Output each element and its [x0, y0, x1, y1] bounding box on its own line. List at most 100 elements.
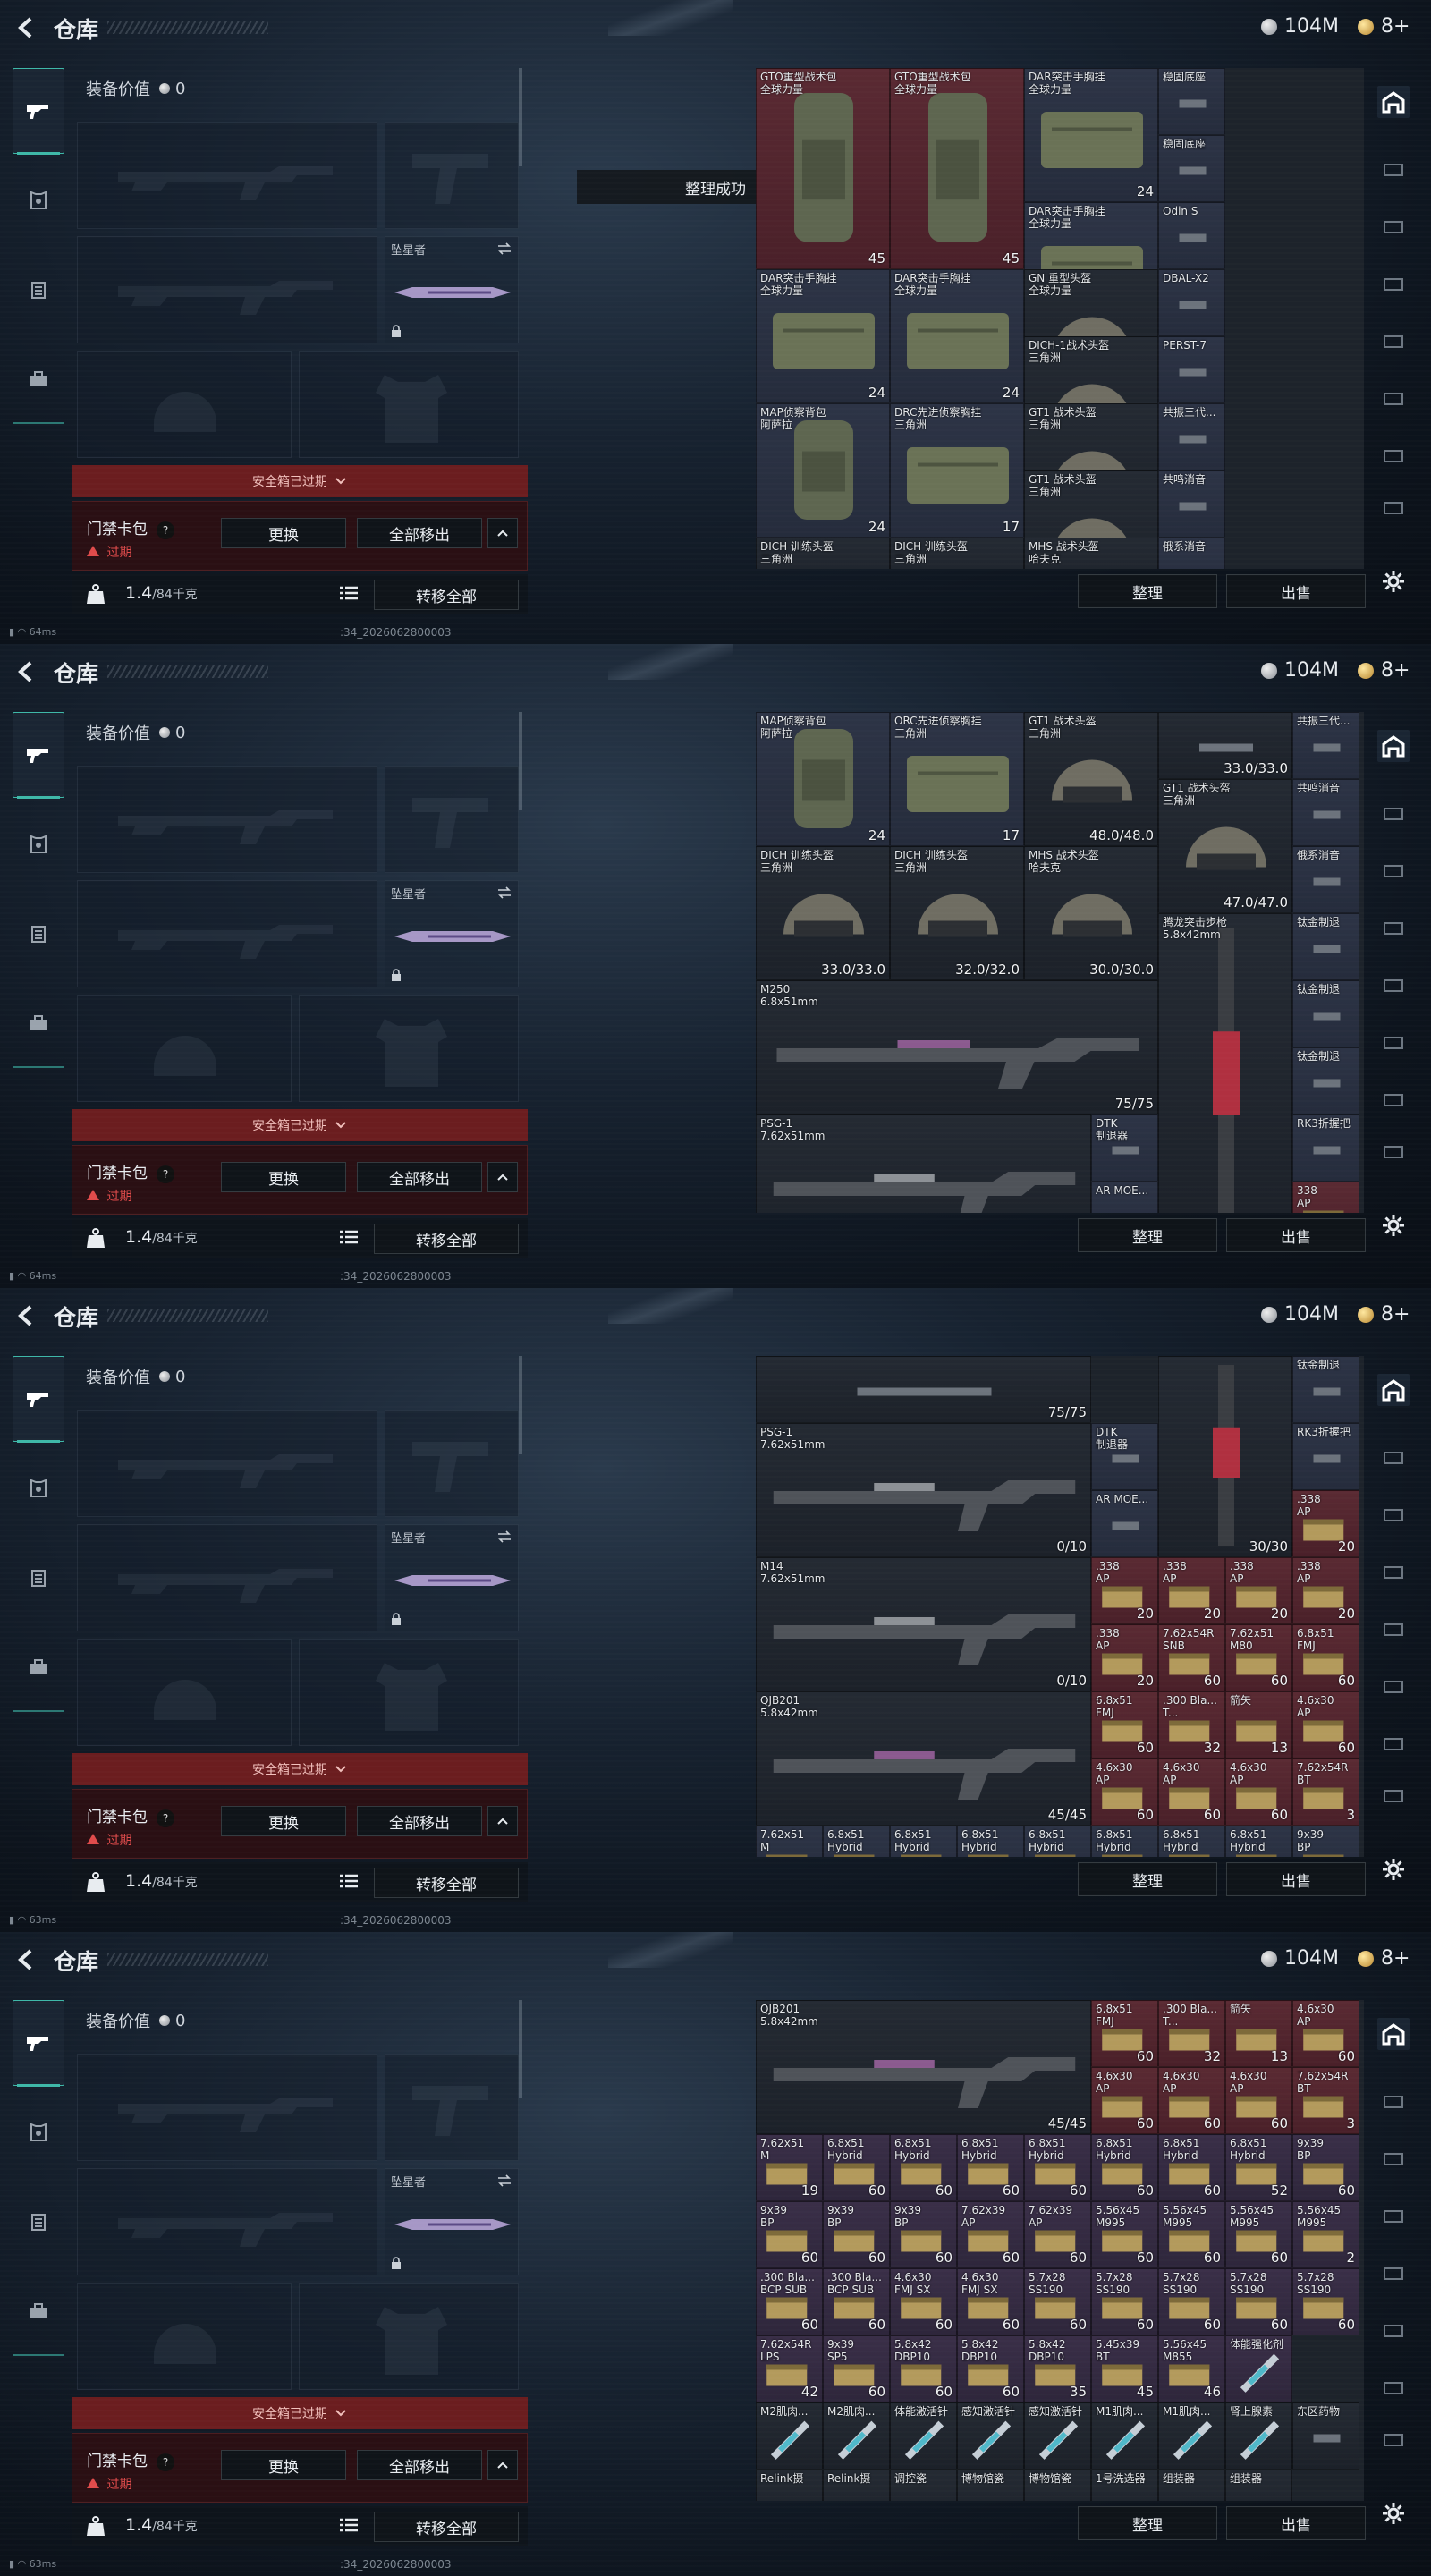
warehouse-tab[interactable]	[1377, 86, 1410, 118]
stash-item[interactable]: M2肌肉...	[823, 2402, 890, 2470]
stash-item[interactable]: .338 AP 20	[1225, 1557, 1292, 1624]
sort-button[interactable]: 整理	[1078, 1862, 1217, 1896]
stash-item[interactable]: DRC先进侦察胸挂 三角洲 17	[890, 403, 1024, 538]
stash-item[interactable]: 稳固底座	[1158, 68, 1225, 135]
sidebar-slot-7[interactable]	[1377, 1780, 1410, 1812]
sidebar-slot-2[interactable]	[1377, 855, 1410, 887]
tab-armor[interactable]	[13, 1445, 64, 1531]
silver-currency[interactable]: 104M	[1261, 659, 1339, 682]
stash-item[interactable]: 7.62x39 AP 60	[957, 2201, 1024, 2268]
stash-item[interactable]: 4.6x30 AP 60	[1225, 1758, 1292, 1826]
sell-button[interactable]: 出售	[1226, 574, 1366, 608]
stash-item[interactable]: MHS 战术头盔 哈夫克	[1024, 538, 1158, 569]
stash-item[interactable]: M1肌肉...	[1091, 2402, 1158, 2470]
stash-item[interactable]: 9x39 SP5 60	[823, 2335, 890, 2402]
sidebar-slot-1[interactable]	[1377, 2086, 1410, 2118]
stash-item[interactable]: 体能激活针	[890, 2402, 957, 2470]
armor-slot[interactable]	[299, 351, 519, 458]
replace-button[interactable]: 更换	[221, 1806, 346, 1836]
sidebar-slot-1[interactable]	[1377, 1442, 1410, 1474]
stash-item[interactable]: 9x39 BP 60	[823, 2201, 890, 2268]
pistol-slot[interactable]	[385, 766, 519, 873]
stash-item[interactable]: 7.62x54R BT 3	[1292, 1758, 1359, 1826]
stash-item[interactable]: RK3折握把	[1292, 1423, 1359, 1490]
stash-item[interactable]: 4.6x30 AP 60	[1292, 1691, 1359, 1758]
stash-item[interactable]: 5.7x28 SS190 60	[1091, 2268, 1158, 2335]
transfer-all-button[interactable]: 转移全部	[374, 1224, 519, 1254]
stash-item[interactable]: 6.8x51 Hybrid	[1225, 1826, 1292, 1857]
warehouse-tab[interactable]	[1377, 730, 1410, 762]
sell-button[interactable]: 出售	[1226, 1862, 1366, 1896]
stash-item[interactable]: 6.8x51 Hybrid	[823, 1826, 890, 1857]
stash-item[interactable]: 俄系消音	[1292, 846, 1359, 913]
secondary-weapon-slot[interactable]	[77, 880, 377, 987]
sidebar-slot-5[interactable]	[1377, 1027, 1410, 1059]
armor-slot[interactable]	[299, 2283, 519, 2390]
silver-currency[interactable]: 104M	[1261, 1303, 1339, 1326]
stash-item[interactable]: 共振三代...	[1292, 712, 1359, 779]
stash-item[interactable]: 5.7x28 SS190 60	[1225, 2268, 1292, 2335]
safebox-expired-banner[interactable]: 安全箱已过期	[72, 465, 528, 497]
tab-weapons[interactable]	[13, 712, 64, 799]
tab-armor[interactable]	[13, 2089, 64, 2175]
settings-button[interactable]	[1377, 2497, 1410, 2529]
stash-item[interactable]: 6.8x51 FMJ 60	[1091, 1691, 1158, 1758]
collapse-button[interactable]	[487, 1162, 518, 1192]
swap-icon[interactable]	[496, 242, 512, 255]
sidebar-slot-7[interactable]	[1377, 1136, 1410, 1168]
stash-item[interactable]: 钛金制退	[1292, 1047, 1359, 1114]
stash-item[interactable]: DAR突击手胸挂 全球力量 24	[1024, 68, 1158, 202]
stash-item[interactable]: M250 6.8x51mm 75/75	[756, 980, 1158, 1114]
stash-item[interactable]: 4.6x30 AP 60	[1091, 1758, 1158, 1826]
stash-item[interactable]: QJB201 5.8x42mm 45/45	[756, 1691, 1091, 1826]
tab-weapons[interactable]	[13, 2000, 64, 2087]
sidebar-slot-2[interactable]	[1377, 211, 1410, 243]
safebox-expired-banner[interactable]: 安全箱已过期	[72, 1753, 528, 1785]
stash-item[interactable]: 5.56x45 M995 60	[1158, 2201, 1225, 2268]
stash-item[interactable]: 9x39 BP 60	[890, 2201, 957, 2268]
melee-slot[interactable]: 坠星者	[385, 236, 519, 343]
stash-item[interactable]: 6.8x51 Hybrid	[1024, 1826, 1091, 1857]
back-arrow-icon[interactable]	[14, 660, 38, 683]
sidebar-slot-5[interactable]	[1377, 383, 1410, 415]
stash-item[interactable]: 组装器	[1158, 2470, 1225, 2501]
tab-rig[interactable]	[13, 1535, 64, 1621]
stash-item[interactable]: Relink摄	[756, 2470, 823, 2501]
sidebar-slot-4[interactable]	[1377, 2258, 1410, 2290]
stash-item[interactable]: M14 7.62x51mm 0/10	[756, 1557, 1091, 1691]
stash-item[interactable]: DBAL-X2	[1158, 269, 1225, 336]
stash-item[interactable]: 共鸣消音	[1292, 779, 1359, 846]
sort-button[interactable]: 整理	[1078, 1218, 1217, 1252]
stash-item[interactable]: 6.8x51 Hybrid	[1158, 1826, 1225, 1857]
stash-item[interactable]: 6.8x51 Hybrid	[957, 1826, 1024, 1857]
stash-item[interactable]: 5.8x42 DBP10 35	[1024, 2335, 1091, 2402]
sidebar-slot-5[interactable]	[1377, 2315, 1410, 2347]
sidebar-slot-7[interactable]	[1377, 2424, 1410, 2456]
stash-item[interactable]: 6.8x51 FMJ 60	[1292, 1624, 1359, 1691]
sidebar-slot-1[interactable]	[1377, 798, 1410, 830]
stash-item[interactable]: Odin S	[1158, 202, 1225, 269]
stash-item[interactable]: 6.8x51 FMJ 60	[1091, 2000, 1158, 2067]
melee-slot[interactable]: 坠星者	[385, 2168, 519, 2275]
sidebar-slot-7[interactable]	[1377, 492, 1410, 524]
sort-button[interactable]: 整理	[1078, 574, 1217, 608]
secondary-weapon-slot[interactable]	[77, 1524, 377, 1631]
gold-currency[interactable]: 8+	[1358, 659, 1410, 682]
collapse-button[interactable]	[487, 518, 518, 548]
collapse-button[interactable]	[487, 2450, 518, 2480]
stash-item[interactable]: MAP侦察背包 阿萨拉 24	[756, 403, 890, 538]
stash-item[interactable]: .338 AP 20	[1091, 1557, 1158, 1624]
equipment-scrollbar[interactable]	[519, 712, 522, 810]
sidebar-slot-6[interactable]	[1377, 2372, 1410, 2404]
sidebar-slot-3[interactable]	[1377, 268, 1410, 301]
transfer-all-button[interactable]: 转移全部	[374, 2512, 519, 2542]
stash-item[interactable]: 75/75	[756, 1356, 1091, 1423]
tab-case[interactable]	[13, 336, 64, 422]
pistol-slot[interactable]	[385, 122, 519, 229]
stash-item[interactable]: .338 AP 20	[1292, 1490, 1359, 1557]
help-icon[interactable]: ?	[157, 2453, 174, 2471]
tab-weapons[interactable]	[13, 68, 64, 155]
sidebar-slot-4[interactable]	[1377, 326, 1410, 358]
gold-currency[interactable]: 8+	[1358, 1947, 1410, 1970]
stash-item[interactable]: DTK 制退器	[1091, 1423, 1158, 1490]
